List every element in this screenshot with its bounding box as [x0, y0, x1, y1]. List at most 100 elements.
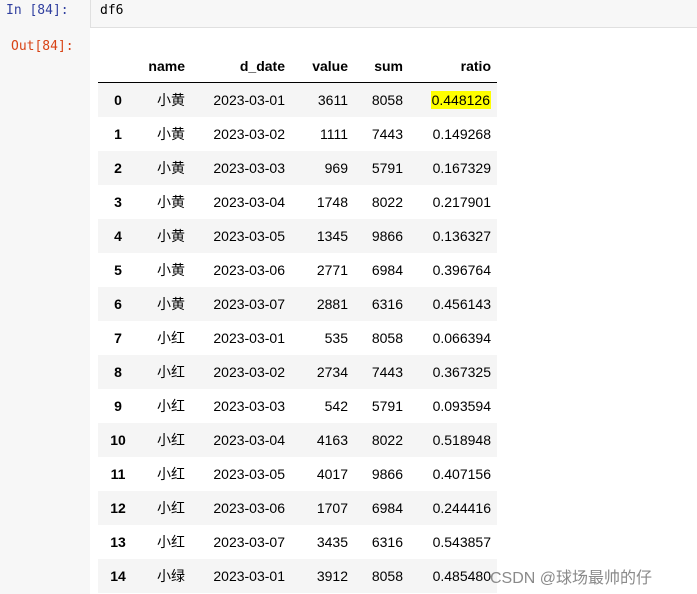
cell-name: 小黄	[157, 228, 185, 244]
row-index: 3	[114, 194, 122, 210]
cell-sum: 5791	[371, 398, 403, 414]
watermark: CSDN @球场最帅的仔	[490, 570, 653, 587]
cell-name: 小红	[157, 466, 185, 482]
table-row: 0 小黄 2023-03-01 3611 8058 0.448126	[98, 82, 497, 118]
cell-ratio: 0.518948	[432, 432, 491, 448]
cell-name: 小黄	[157, 262, 185, 278]
cell-value: 1707	[316, 500, 348, 516]
table-row: 3 小黄 2023-03-04 1748 8022 0.217901	[98, 185, 497, 219]
cell-name: 小黄	[157, 92, 185, 108]
row-index: 10	[110, 432, 126, 448]
cell-sum: 6984	[371, 262, 403, 278]
cell-d-date: 2023-03-03	[213, 398, 285, 414]
cell-d-date: 2023-03-06	[213, 262, 285, 278]
cell-ratio: 0.485480	[432, 568, 491, 584]
column-header-d-date: d_date	[193, 50, 293, 83]
cell-d-date: 2023-03-01	[213, 330, 285, 346]
row-index: 13	[110, 534, 126, 550]
table-row: 10 小红 2023-03-04 4163 8022 0.518948	[98, 423, 497, 457]
table-body: 0 小黄 2023-03-01 3611 8058 0.448126 1 小黄 2023-03-…	[98, 82, 497, 593]
cell-value: 1748	[316, 194, 348, 210]
cell-d-date: 2023-03-02	[213, 126, 285, 142]
cell-sum: 7443	[371, 126, 403, 142]
cell-ratio: 0.448126	[411, 83, 497, 118]
cell-d-date: 2023-03-04	[213, 432, 285, 448]
cell-sum: 7443	[371, 364, 403, 380]
cell-sum: 9866	[371, 228, 403, 244]
table-row: 4 小黄 2023-03-05 1345 9866 0.136327	[98, 219, 497, 253]
highlighted-value: 0.448126	[430, 91, 491, 109]
table-row: 13 小红 2023-03-07 3435 6316 0.543857	[98, 525, 497, 559]
cell-ratio: 0.149268	[432, 126, 491, 142]
cell-value: 2734	[316, 364, 348, 380]
cell-d-date: 2023-03-07	[213, 296, 285, 312]
column-header-ratio: ratio	[411, 50, 497, 83]
cell-d-date: 2023-03-01	[213, 568, 285, 584]
row-index: 6	[114, 296, 122, 312]
cell-ratio: 0.066394	[432, 330, 491, 346]
cell-d-date: 2023-03-03	[213, 160, 285, 176]
cell-value: 3435	[316, 534, 348, 550]
row-index: 2	[114, 160, 122, 176]
cell-d-date: 2023-03-05	[213, 228, 285, 244]
cell-name: 小黄	[157, 160, 185, 176]
cell-sum: 6984	[371, 500, 403, 516]
table-row: 11 小红 2023-03-05 4017 9866 0.407156	[98, 457, 497, 491]
dataframe-table: name d_date value sum ratio 0 小黄 2023-03-0…	[98, 50, 497, 593]
cell-sum: 6316	[371, 296, 403, 312]
cell-name: 小黄	[157, 194, 185, 210]
cell-d-date: 2023-03-05	[213, 466, 285, 482]
cell-ratio: 0.456143	[432, 296, 491, 312]
cell-value: 1345	[316, 228, 348, 244]
row-index: 1	[114, 126, 122, 142]
output-prompt: Out[84]:	[11, 39, 74, 54]
cell-sum: 5791	[371, 160, 403, 176]
notebook-gutter	[0, 0, 90, 594]
cell-value: 535	[324, 330, 348, 346]
row-index: 7	[114, 330, 122, 346]
cell-d-date: 2023-03-02	[213, 364, 285, 380]
cell-ratio: 0.396764	[432, 262, 491, 278]
cell-name: 小黄	[157, 296, 185, 312]
cell-sum: 9866	[371, 466, 403, 482]
cell-value: 1111	[319, 126, 348, 142]
table-row: 9 小红 2023-03-03 542 5791 0.093594	[98, 389, 497, 423]
cell-value: 4017	[316, 466, 348, 482]
row-index: 4	[114, 228, 122, 244]
cell-value: 2881	[316, 296, 348, 312]
cell-ratio: 0.367325	[432, 364, 491, 380]
column-header-value: value	[293, 50, 356, 83]
cell-sum: 8022	[371, 194, 403, 210]
cell-value: 4163	[316, 432, 348, 448]
cell-name: 小黄	[157, 126, 185, 142]
cell-name: 小绿	[157, 568, 185, 584]
output-area: name d_date value sum ratio 0 小黄 2023-03-0…	[90, 28, 697, 594]
table-row: 7 小红 2023-03-01 535 8058 0.066394	[98, 321, 497, 355]
cell-d-date: 2023-03-07	[213, 534, 285, 550]
code-editor[interactable]: df6	[90, 0, 697, 28]
row-index: 8	[114, 364, 122, 380]
input-cell[interactable]: In [84]: df6	[0, 0, 697, 28]
cell-ratio: 0.136327	[432, 228, 491, 244]
row-index: 0	[114, 92, 122, 108]
cell-value: 3611	[317, 92, 348, 108]
table-row: 12 小红 2023-03-06 1707 6984 0.244416	[98, 491, 497, 525]
table-row: 2 小黄 2023-03-03 969 5791 0.167329	[98, 151, 497, 185]
cell-sum: 8022	[371, 432, 403, 448]
cell-name: 小红	[157, 534, 185, 550]
cell-ratio: 0.407156	[432, 466, 491, 482]
cell-name: 小红	[157, 432, 185, 448]
table-header-row: name d_date value sum ratio	[98, 50, 497, 83]
cell-sum: 6316	[371, 534, 403, 550]
code-text[interactable]: df6	[100, 3, 123, 18]
cell-name: 小红	[157, 330, 185, 346]
cell-ratio: 0.217901	[432, 194, 491, 210]
input-prompt: In [84]:	[6, 3, 69, 18]
table-row: 1 小黄 2023-03-02 1111 7443 0.149268	[98, 117, 497, 151]
cell-sum: 8058	[371, 330, 403, 346]
cell-value: 3912	[316, 568, 348, 584]
row-index: 9	[114, 398, 122, 414]
cell-d-date: 2023-03-06	[213, 500, 285, 516]
table-row: 6 小黄 2023-03-07 2881 6316 0.456143	[98, 287, 497, 321]
cell-name: 小红	[157, 398, 185, 414]
